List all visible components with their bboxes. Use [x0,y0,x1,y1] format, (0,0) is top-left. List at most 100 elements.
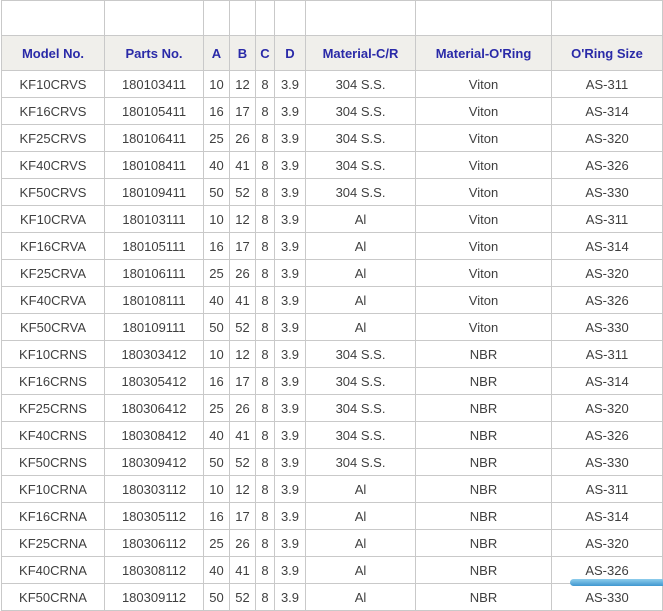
cell-c: 8 [256,584,275,611]
cell-b: 17 [230,233,256,260]
table-row: KF16CRNA180305112161783.9AlNBRAS-314 [2,503,663,530]
cell-oring_size: AS-314 [552,503,663,530]
table-row: KF40CRNS180308412404183.9304 S.S.NBRAS-3… [2,422,663,449]
cell-material_cr: 304 S.S. [306,368,416,395]
cell-material_oring: NBR [416,530,552,557]
cell-b: 26 [230,530,256,557]
cell-model_no: KF50CRVS [2,179,105,206]
table-body: KF10CRVS180103411101283.9304 S.S.VitonAS… [2,71,663,611]
cell-b: 52 [230,449,256,476]
table-row: KF50CRVS180109411505283.9304 S.S.VitonAS… [2,179,663,206]
cell-c: 8 [256,557,275,584]
cell-model_no: KF50CRVA [2,314,105,341]
cell-parts_no: 180309412 [105,449,204,476]
cell-oring_size: AS-330 [552,179,663,206]
cell-parts_no: 180108111 [105,287,204,314]
cell-material_cr: 304 S.S. [306,422,416,449]
cell-material_cr: 304 S.S. [306,449,416,476]
cell-a: 16 [204,368,230,395]
column-header-a: A [204,36,230,71]
cell-parts_no: 180308112 [105,557,204,584]
cell-material_cr: Al [306,503,416,530]
cell-c: 8 [256,125,275,152]
horizontal-scrollbar-thumb[interactable] [570,579,663,586]
cell-a: 25 [204,530,230,557]
cell-model_no: KF25CRVS [2,125,105,152]
cell-d: 3.9 [275,206,306,233]
cell-c: 8 [256,314,275,341]
cell-material_cr: Al [306,287,416,314]
cell-a: 10 [204,206,230,233]
clipped-cell [275,1,306,36]
cell-c: 8 [256,503,275,530]
table-row: KF10CRVS180103411101283.9304 S.S.VitonAS… [2,71,663,98]
table-row: KF40CRVA180108111404183.9AlVitonAS-326 [2,287,663,314]
cell-a: 16 [204,98,230,125]
cell-oring_size: AS-320 [552,260,663,287]
table-row: KF10CRNS180303412101283.9304 S.S.NBRAS-3… [2,341,663,368]
cell-b: 41 [230,287,256,314]
cell-model_no: KF16CRNA [2,503,105,530]
cell-a: 25 [204,260,230,287]
cell-parts_no: 180109411 [105,179,204,206]
cell-material_oring: Viton [416,314,552,341]
clipped-cell [256,1,275,36]
cell-d: 3.9 [275,260,306,287]
cell-model_no: KF40CRVS [2,152,105,179]
cell-a: 50 [204,449,230,476]
table-row: KF10CRNA180303112101283.9AlNBRAS-311 [2,476,663,503]
cell-c: 8 [256,395,275,422]
cell-b: 26 [230,260,256,287]
clipped-row-above [2,1,663,36]
cell-a: 10 [204,476,230,503]
column-header-b: B [230,36,256,71]
cell-a: 10 [204,341,230,368]
cell-oring_size: AS-311 [552,71,663,98]
column-header-material-cr: Material-C/R [306,36,416,71]
cell-material_oring: Viton [416,179,552,206]
cell-a: 40 [204,557,230,584]
cell-c: 8 [256,530,275,557]
cell-c: 8 [256,341,275,368]
clipped-cell [204,1,230,36]
cell-parts_no: 180306112 [105,530,204,557]
cell-material_oring: Viton [416,71,552,98]
cell-parts_no: 180108411 [105,152,204,179]
cell-material_cr: 304 S.S. [306,98,416,125]
cell-oring_size: AS-326 [552,287,663,314]
clipped-cell [416,1,552,36]
cell-oring_size: AS-330 [552,314,663,341]
cell-d: 3.9 [275,341,306,368]
cell-material_cr: Al [306,476,416,503]
cell-c: 8 [256,71,275,98]
cell-d: 3.9 [275,557,306,584]
cell-d: 3.9 [275,503,306,530]
table-row: KF40CRVS180108411404183.9304 S.S.VitonAS… [2,152,663,179]
table-row: KF16CRNS180305412161783.9304 S.S.NBRAS-3… [2,368,663,395]
cell-oring_size: AS-314 [552,368,663,395]
column-header-oring-size: O'Ring Size [552,36,663,71]
column-header-material-oring: Material-O'Ring [416,36,552,71]
cell-material_cr: Al [306,206,416,233]
cell-material_oring: NBR [416,422,552,449]
cell-model_no: KF16CRNS [2,368,105,395]
cell-d: 3.9 [275,152,306,179]
table-row: KF50CRVA180109111505283.9AlVitonAS-330 [2,314,663,341]
cell-material_oring: Viton [416,287,552,314]
cell-material_oring: NBR [416,395,552,422]
cell-parts_no: 180103411 [105,71,204,98]
cell-d: 3.9 [275,449,306,476]
cell-material_cr: Al [306,584,416,611]
table-row: KF10CRVA180103111101283.9AlVitonAS-311 [2,206,663,233]
cell-b: 41 [230,557,256,584]
cell-a: 16 [204,503,230,530]
cell-d: 3.9 [275,287,306,314]
cell-b: 52 [230,179,256,206]
cell-a: 50 [204,314,230,341]
cell-b: 17 [230,503,256,530]
cell-oring_size: AS-320 [552,530,663,557]
cell-material_oring: NBR [416,341,552,368]
cell-oring_size: AS-330 [552,449,663,476]
cell-c: 8 [256,179,275,206]
cell-oring_size: AS-326 [552,422,663,449]
